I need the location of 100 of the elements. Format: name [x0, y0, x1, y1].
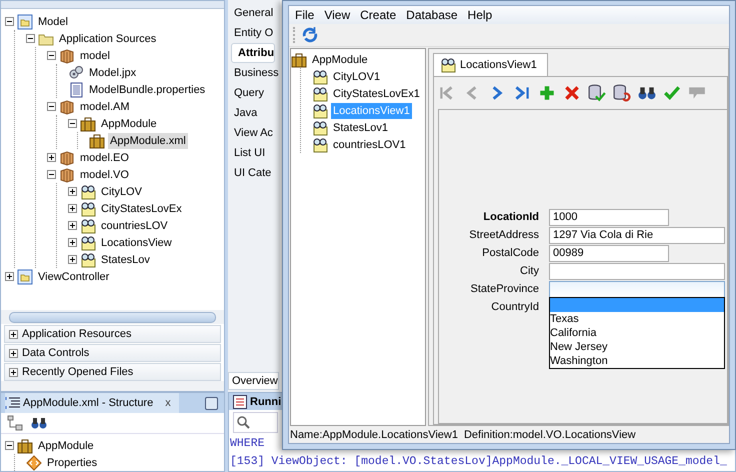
tree-item[interactable]: Model: [36, 14, 70, 30]
briefcase-icon: [80, 116, 96, 132]
table-glasses-icon: [80, 252, 96, 268]
tree-item[interactable]: ModelBundle.properties: [87, 82, 208, 98]
input-field[interactable]: 1297 Via Cola di Rie: [549, 226, 725, 244]
refresh-icon[interactable]: [301, 26, 319, 44]
field-label: City: [519, 265, 539, 277]
tree-item[interactable]: model.AM: [78, 98, 132, 114]
expand-icon[interactable]: [5, 272, 14, 281]
view-tab[interactable]: LocationsView1: [433, 53, 548, 76]
input-field[interactable]: [549, 262, 725, 280]
tree-item[interactable]: model.EO: [78, 150, 131, 166]
tree-item[interactable]: Properties: [45, 454, 100, 470]
binoculars-icon[interactable]: [31, 416, 47, 430]
tree-item[interactable]: Model.jpx: [87, 64, 138, 80]
document-icon: [68, 82, 84, 98]
collapse-icon[interactable]: [47, 51, 56, 60]
accordion-section[interactable]: Data Controls: [4, 344, 221, 362]
expand-icon[interactable]: [47, 153, 56, 162]
expand-icon[interactable]: [68, 221, 77, 230]
search-field[interactable]: [233, 412, 278, 433]
table-glasses-icon: [80, 200, 96, 216]
field-label: StreetAddress: [468, 229, 539, 241]
plus-icon[interactable]: [538, 84, 556, 102]
accordion-section[interactable]: Application Resources: [4, 325, 221, 343]
collapse-icon[interactable]: [26, 34, 35, 43]
field-label: LocationId: [482, 211, 539, 223]
menu-item[interactable]: File: [290, 6, 320, 24]
field-label: PostalCode: [481, 247, 539, 259]
collapse-icon[interactable]: [47, 170, 56, 179]
tree-item[interactable]: model.VO: [78, 166, 131, 182]
hierarchy-icon[interactable]: [7, 415, 23, 431]
table-glasses-icon: [312, 86, 328, 102]
tree-item[interactable]: countriesLOV1: [331, 136, 408, 152]
panel-title: Runni: [250, 396, 282, 408]
tree-item[interactable]: CityStatesLovEx: [99, 200, 184, 216]
tree-item[interactable]: CityStatesLovEx1: [331, 86, 422, 102]
dropdown-option[interactable]: New Jersey: [550, 340, 724, 354]
editor-nav-tab[interactable]: Java: [228, 103, 258, 123]
dropdown-option[interactable]: Texas: [550, 312, 724, 326]
tree-item[interactable]: StatesLov1: [331, 120, 390, 136]
tree-item[interactable]: AppModule: [310, 52, 370, 68]
editor-nav-tab[interactable]: Entity O: [228, 23, 274, 43]
editor-nav-tab[interactable]: Query: [228, 83, 264, 103]
combo-box[interactable]: [549, 280, 725, 298]
menu-item[interactable]: Database: [401, 6, 463, 24]
project-folder-icon: [17, 14, 33, 30]
editor-nav-tab[interactable]: General: [228, 3, 274, 23]
package-icon: [59, 166, 75, 182]
tree-item[interactable]: CityLOV: [99, 184, 144, 200]
database-check-icon[interactable]: [588, 84, 606, 102]
log-line: WHERE: [229, 436, 265, 452]
tree-item[interactable]: AppModule.xml: [108, 132, 188, 148]
minimize-button[interactable]: [205, 396, 218, 410]
check-icon[interactable]: [663, 84, 681, 102]
editor-tab[interactable]: Overview: [228, 372, 279, 390]
project-folder-icon: [17, 268, 33, 284]
tree-item[interactable]: Application Sources: [57, 30, 158, 46]
close-button[interactable]: x: [165, 397, 171, 409]
table-glasses-icon: [80, 234, 96, 250]
input-field[interactable]: 1000: [549, 208, 669, 226]
scrollbar-thumb[interactable]: [9, 312, 216, 322]
editor-nav-tab[interactable]: View Ac: [228, 123, 273, 143]
tree-item[interactable]: ViewController: [36, 268, 112, 284]
menu-item[interactable]: Help: [462, 6, 498, 24]
table-glasses-icon: [80, 218, 96, 234]
collapse-icon[interactable]: [68, 119, 77, 128]
accordion-section[interactable]: Recently Opened Files: [4, 363, 221, 381]
tree-item[interactable]: LocationsView: [99, 234, 174, 250]
panel-tab[interactable]: AppModule.xml - Structure x: [5, 393, 179, 413]
last-record-icon[interactable]: [513, 84, 531, 102]
expand-icon[interactable]: [68, 238, 77, 247]
editor-nav-tab[interactable]: List UI: [228, 143, 266, 163]
tree-item[interactable]: CityLOV1: [331, 68, 382, 84]
tree-item[interactable]: AppModule: [36, 438, 96, 454]
log-line: [153] ViewObject: [model.VO.StatesLov]AppModule._LOCAL_VIEW_USAGE_model_: [229, 454, 727, 470]
editor-nav-tab[interactable]: Attribu: [231, 43, 276, 63]
input-field[interactable]: 00989: [549, 244, 669, 262]
cross-icon[interactable]: [563, 84, 581, 102]
editor-nav-tab[interactable]: Business: [228, 63, 279, 83]
dropdown-option[interactable]: California: [550, 326, 724, 340]
tree-item[interactable]: countriesLOV: [99, 218, 170, 234]
database-undo-icon[interactable]: [613, 84, 631, 102]
tree-item[interactable]: StatesLov: [99, 252, 152, 268]
collapse-icon[interactable]: [5, 17, 14, 26]
collapse-icon[interactable]: [47, 102, 56, 111]
package-icon: [59, 150, 75, 166]
dropdown-option[interactable]: Washington: [550, 354, 724, 368]
tree-item[interactable]: model: [78, 48, 112, 64]
table-glasses-icon: [80, 184, 96, 200]
editor-nav-tab[interactable]: UI Cate: [228, 163, 272, 183]
expand-icon[interactable]: [68, 204, 77, 213]
field-label: StateProvince: [470, 283, 539, 295]
collapse-icon[interactable]: [5, 441, 14, 450]
menu-item[interactable]: View: [319, 6, 356, 24]
tree-item[interactable]: AppModule: [99, 116, 159, 132]
expand-icon[interactable]: [68, 187, 77, 196]
menu-item[interactable]: Create: [355, 6, 402, 24]
expand-icon[interactable]: [68, 255, 77, 264]
search-icon: [237, 416, 250, 430]
